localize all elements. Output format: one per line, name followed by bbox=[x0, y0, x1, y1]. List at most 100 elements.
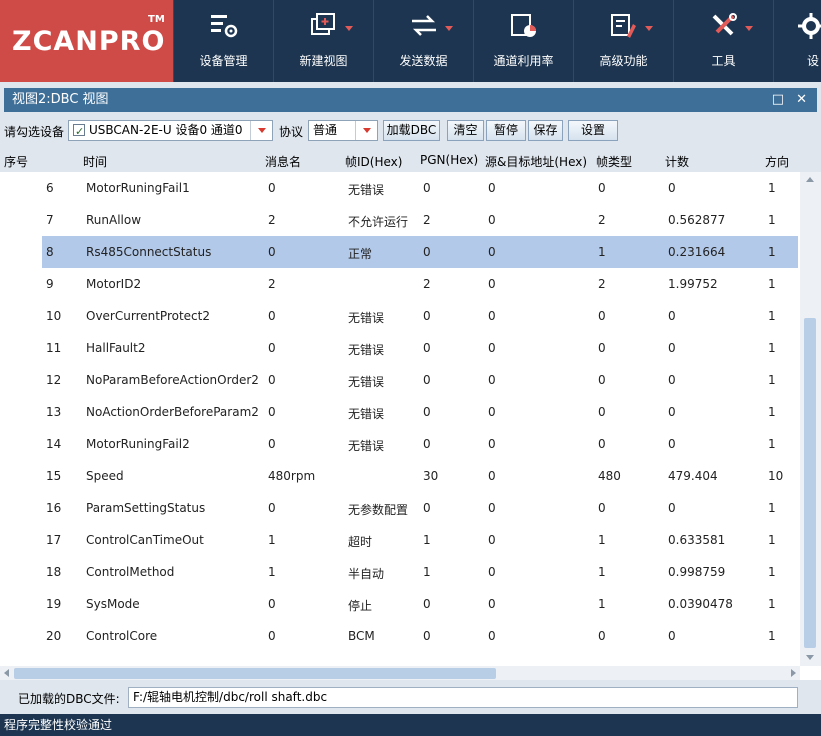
col-header[interactable]: 帧ID(Hex) bbox=[345, 153, 402, 170]
table-cell: 1 bbox=[768, 405, 776, 419]
scroll-up-icon[interactable] bbox=[800, 172, 821, 188]
table-cell: SysMode bbox=[86, 597, 140, 611]
table-cell: 0 bbox=[598, 341, 606, 355]
table-cell: 1 bbox=[768, 213, 776, 227]
col-header[interactable]: 计数 bbox=[665, 153, 689, 170]
table-row[interactable]: 13 NoActionOrderBeforeParam2 0 无错误 0 0 0 0 1 bbox=[0, 396, 800, 428]
table-row[interactable]: 14 MotorRuningFail2 0 无错误 0 0 0 0 1 bbox=[0, 428, 800, 460]
table-row[interactable]: 15 Speed 480rpm 30 0 480 479.404 10 bbox=[0, 460, 800, 492]
device-checkbox[interactable] bbox=[73, 122, 85, 140]
table-row[interactable]: 8 Rs485ConnectStatus 0 正常 0 0 1 0.231664 1 bbox=[42, 236, 798, 268]
clear-button[interactable]: 清空 bbox=[447, 120, 484, 141]
device-value: USBCAN-2E-U 设备0 通道0 bbox=[89, 123, 243, 137]
toolbar-send-data[interactable]: 发送数据 bbox=[373, 0, 473, 82]
table-cell: 1 bbox=[768, 373, 776, 387]
table-cell: 正常 bbox=[348, 247, 373, 261]
toolbar-tools[interactable]: 工具 bbox=[673, 0, 773, 82]
table-cell: 0 bbox=[268, 181, 276, 195]
dropdown-arrow-icon[interactable] bbox=[355, 121, 377, 140]
table-cell: 2 bbox=[598, 213, 606, 227]
table-cell: 0 bbox=[488, 181, 496, 195]
table-cell: 0 bbox=[423, 309, 431, 323]
col-header[interactable]: 时间 bbox=[83, 153, 107, 170]
toolbar-channel-usage[interactable]: 通道利用率 bbox=[473, 0, 573, 82]
col-header[interactable]: 消息名 bbox=[265, 153, 301, 170]
table-cell: 0 bbox=[598, 405, 606, 419]
table-header: 序号 时间 消息名 帧ID(Hex) PGN(Hex) 源&目标地址(Hex) … bbox=[0, 148, 821, 172]
scroll-thumb[interactable] bbox=[14, 668, 496, 679]
save-button[interactable]: 保存 bbox=[528, 120, 563, 141]
close-icon[interactable]: ✕ bbox=[796, 88, 807, 112]
restore-icon[interactable]: □ bbox=[772, 88, 784, 112]
table-cell: 14 bbox=[46, 437, 62, 451]
dropdown-arrow-icon[interactable] bbox=[250, 121, 272, 140]
table-cell: 0 bbox=[423, 437, 431, 451]
pause-button[interactable]: 暂停 bbox=[486, 120, 526, 141]
col-header[interactable]: 方向 bbox=[765, 153, 789, 170]
table-cell: 1 bbox=[598, 533, 606, 547]
dbc-file-path[interactable]: F:/辊轴电机控制/dbc/roll shaft.dbc bbox=[128, 687, 798, 708]
table-row[interactable]: 11 HallFault2 0 无错误 0 0 0 0 1 bbox=[0, 332, 800, 364]
col-header[interactable]: 序号 bbox=[4, 153, 28, 170]
table-cell: 0 bbox=[488, 469, 496, 483]
table-row[interactable]: 7 RunAllow 2 不允许运行 2 0 2 0.562877 1 bbox=[0, 204, 800, 236]
table-cell: 无错误 bbox=[348, 183, 385, 197]
table-cell: 0 bbox=[598, 437, 606, 451]
toolbar-new-view[interactable]: 新建视图 bbox=[273, 0, 373, 82]
table-cell: 1 bbox=[768, 245, 776, 259]
table-cell: 0 bbox=[268, 373, 276, 387]
table-cell: 0 bbox=[268, 341, 276, 355]
device-combo[interactable]: USBCAN-2E-U 设备0 通道0 bbox=[68, 120, 273, 141]
vertical-scrollbar[interactable] bbox=[800, 172, 821, 666]
toolbar-device-manage[interactable]: 设备管理 bbox=[173, 0, 273, 82]
table-cell: 1 bbox=[768, 501, 776, 515]
table-row[interactable]: 19 SysMode 0 停止 0 0 1 0.0390478 1 bbox=[0, 588, 800, 620]
table-row[interactable]: 16 ParamSettingStatus 0 无参数配置 0 0 0 0 1 bbox=[0, 492, 800, 524]
protocol-combo[interactable]: 普通 bbox=[308, 120, 378, 141]
scroll-down-icon[interactable] bbox=[800, 650, 821, 666]
channel-usage-icon bbox=[510, 14, 536, 37]
table-row[interactable]: 9 MotorID2 2 2 0 2 1.99752 1 bbox=[0, 268, 800, 300]
dbc-file-label: 已加载的DBC文件: bbox=[18, 692, 120, 706]
table-row[interactable]: 18 ControlMethod 1 半自动 1 0 1 0.998759 1 bbox=[0, 556, 800, 588]
table-cell: 0 bbox=[423, 245, 431, 259]
table-cell: 0 bbox=[488, 437, 496, 451]
table-cell: 1 bbox=[598, 565, 606, 579]
protocol-label: 协议 bbox=[279, 125, 304, 139]
table-cell: 1 bbox=[768, 629, 776, 643]
col-header[interactable]: 帧类型 bbox=[596, 153, 632, 170]
col-header[interactable]: PGN(Hex) bbox=[420, 153, 478, 167]
table-row[interactable]: 20 ControlCore 0 BCM 0 0 0 0 1 bbox=[0, 620, 800, 652]
toolbar-label: 发送数据 bbox=[399, 54, 448, 68]
table-cell: 1 bbox=[768, 437, 776, 451]
table-cell: 无错误 bbox=[348, 375, 385, 389]
table-cell: 1 bbox=[768, 565, 776, 579]
table-cell: 0.0390478 bbox=[668, 597, 733, 611]
table-cell: 无参数配置 bbox=[348, 503, 409, 517]
toolbar-label: 通道利用率 bbox=[493, 54, 554, 68]
table-cell: 20 bbox=[46, 629, 62, 643]
horizontal-scrollbar[interactable] bbox=[0, 666, 800, 680]
toolbar-advanced[interactable]: 高级功能 bbox=[573, 0, 673, 82]
table-row[interactable]: 17 ControlCanTimeOut 1 超时 1 0 1 0.633581 1 bbox=[0, 524, 800, 556]
chevron-down-icon bbox=[445, 26, 453, 31]
table-cell: 2 bbox=[268, 213, 276, 227]
table-cell: BCM bbox=[348, 629, 375, 643]
status-bar: 程序完整性校验通过 bbox=[0, 714, 821, 736]
table-row[interactable]: 12 NoParamBeforeActionOrder2 0 无错误 0 0 0 0 1 bbox=[0, 364, 800, 396]
tools-icon bbox=[712, 13, 737, 36]
settings-button[interactable]: 设置 bbox=[568, 120, 618, 141]
col-header[interactable]: 源&目标地址(Hex) bbox=[485, 153, 587, 170]
load-dbc-button[interactable]: 加载DBC bbox=[383, 120, 440, 141]
brand-name: ZCANPRO bbox=[12, 26, 166, 57]
table-cell: 无错误 bbox=[348, 407, 385, 421]
scroll-thumb[interactable] bbox=[804, 318, 816, 648]
table-cell: Rs485ConnectStatus bbox=[86, 245, 212, 259]
table-row[interactable]: 6 MotorRuningFail1 0 无错误 0 0 0 0 1 bbox=[0, 172, 800, 204]
toolbar-settings[interactable]: 设 bbox=[773, 0, 821, 82]
table-row[interactable]: 10 OverCurrentProtect2 0 无错误 0 0 0 0 1 bbox=[0, 300, 800, 332]
table-cell: 0 bbox=[423, 629, 431, 643]
dbc-view-header: 视图2:DBC 视图 □ ✕ bbox=[4, 88, 817, 112]
table-cell: 1 bbox=[768, 277, 776, 291]
table-cell: 0 bbox=[668, 437, 676, 451]
